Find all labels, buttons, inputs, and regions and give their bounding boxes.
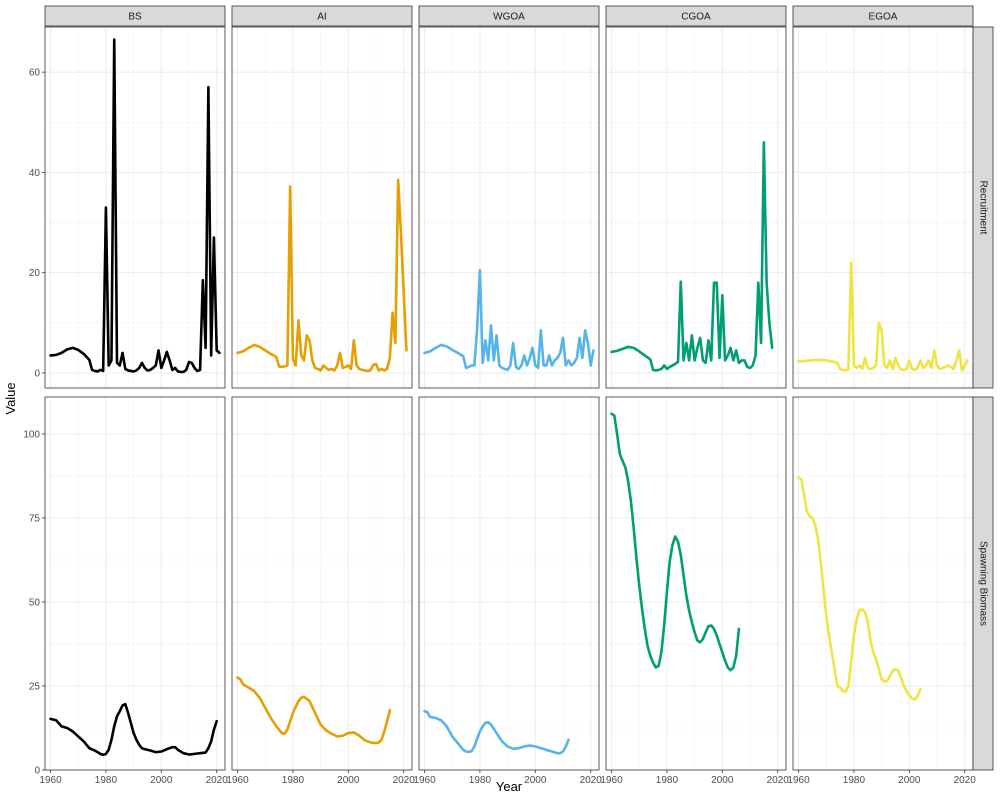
x-tick-label: 1980 — [469, 775, 492, 786]
panel-bg — [606, 27, 786, 388]
x-tick-label: 1980 — [95, 775, 118, 786]
panel-rec-WGOA — [418, 26, 600, 389]
y-tick-label: 40 — [29, 168, 41, 179]
panel-bg — [45, 397, 225, 770]
strip-label-CGOA: CGOA — [681, 12, 711, 23]
x-tick-label: 1980 — [843, 775, 866, 786]
strip-label-ssb: Spawning Biomass — [978, 541, 989, 626]
x-tick-label: 2020 — [954, 775, 977, 786]
x-tick-label: 1960 — [39, 775, 62, 786]
y-tick-label: 100 — [23, 429, 40, 440]
strip-label-EGOA: EGOA — [869, 12, 898, 23]
panel-ssb-CGOA — [605, 396, 787, 771]
x-tick-label: 2020 — [580, 775, 603, 786]
panel-ssb-AI — [231, 396, 413, 771]
panel-ssb-EGOA — [792, 396, 974, 771]
x-tick-label: 2000 — [150, 775, 173, 786]
strip-label-BS: BS — [128, 12, 142, 23]
panel-ssb-BS — [44, 396, 226, 771]
panel-bg — [45, 27, 225, 388]
y-tick-label: 60 — [29, 68, 41, 79]
y-tick-label: 0 — [34, 368, 40, 379]
panel-bg — [232, 397, 412, 770]
x-tick-label: 1980 — [282, 775, 305, 786]
x-tick-label: 1960 — [787, 775, 810, 786]
x-tick-label: 2000 — [524, 775, 547, 786]
x-tick-label: 2020 — [767, 775, 790, 786]
panel-bg — [793, 397, 973, 770]
panel-rec-BS — [44, 26, 226, 389]
strip-label-AI: AI — [317, 12, 326, 23]
x-tick-label: 2000 — [337, 775, 360, 786]
panel-ssb-WGOA — [418, 396, 600, 771]
x-tick-label: 1960 — [413, 775, 436, 786]
panel-bg — [606, 397, 786, 770]
x-axis-title: Year — [496, 779, 523, 794]
faceted-line-chart: BS020406002550751001960 1980 2000 2020AI196… — [3, 5, 994, 794]
x-tick-label: 2000 — [711, 775, 734, 786]
x-tick-label: 2000 — [898, 775, 921, 786]
panel-bg — [419, 397, 599, 770]
x-tick-label: 2020 — [393, 775, 416, 786]
y-axis-title: Value — [3, 382, 18, 414]
panel-rec-AI — [231, 26, 413, 389]
panel-bg — [419, 27, 599, 388]
panel-rec-CGOA — [605, 26, 787, 389]
y-tick-label: 20 — [29, 268, 41, 279]
y-tick-label: 50 — [29, 597, 41, 608]
strip-label-rec: Recruitment — [978, 181, 989, 235]
y-tick-label: 75 — [29, 513, 41, 524]
x-tick-label: 1980 — [656, 775, 679, 786]
panel-bg — [232, 27, 412, 388]
y-tick-label: 25 — [29, 681, 41, 692]
x-tick-label: 1960 — [600, 775, 623, 786]
panel-rec-EGOA — [792, 26, 974, 389]
x-tick-label: 1960 — [226, 775, 249, 786]
x-tick-label: 2020 — [206, 775, 229, 786]
strip-label-WGOA: WGOA — [493, 12, 525, 23]
